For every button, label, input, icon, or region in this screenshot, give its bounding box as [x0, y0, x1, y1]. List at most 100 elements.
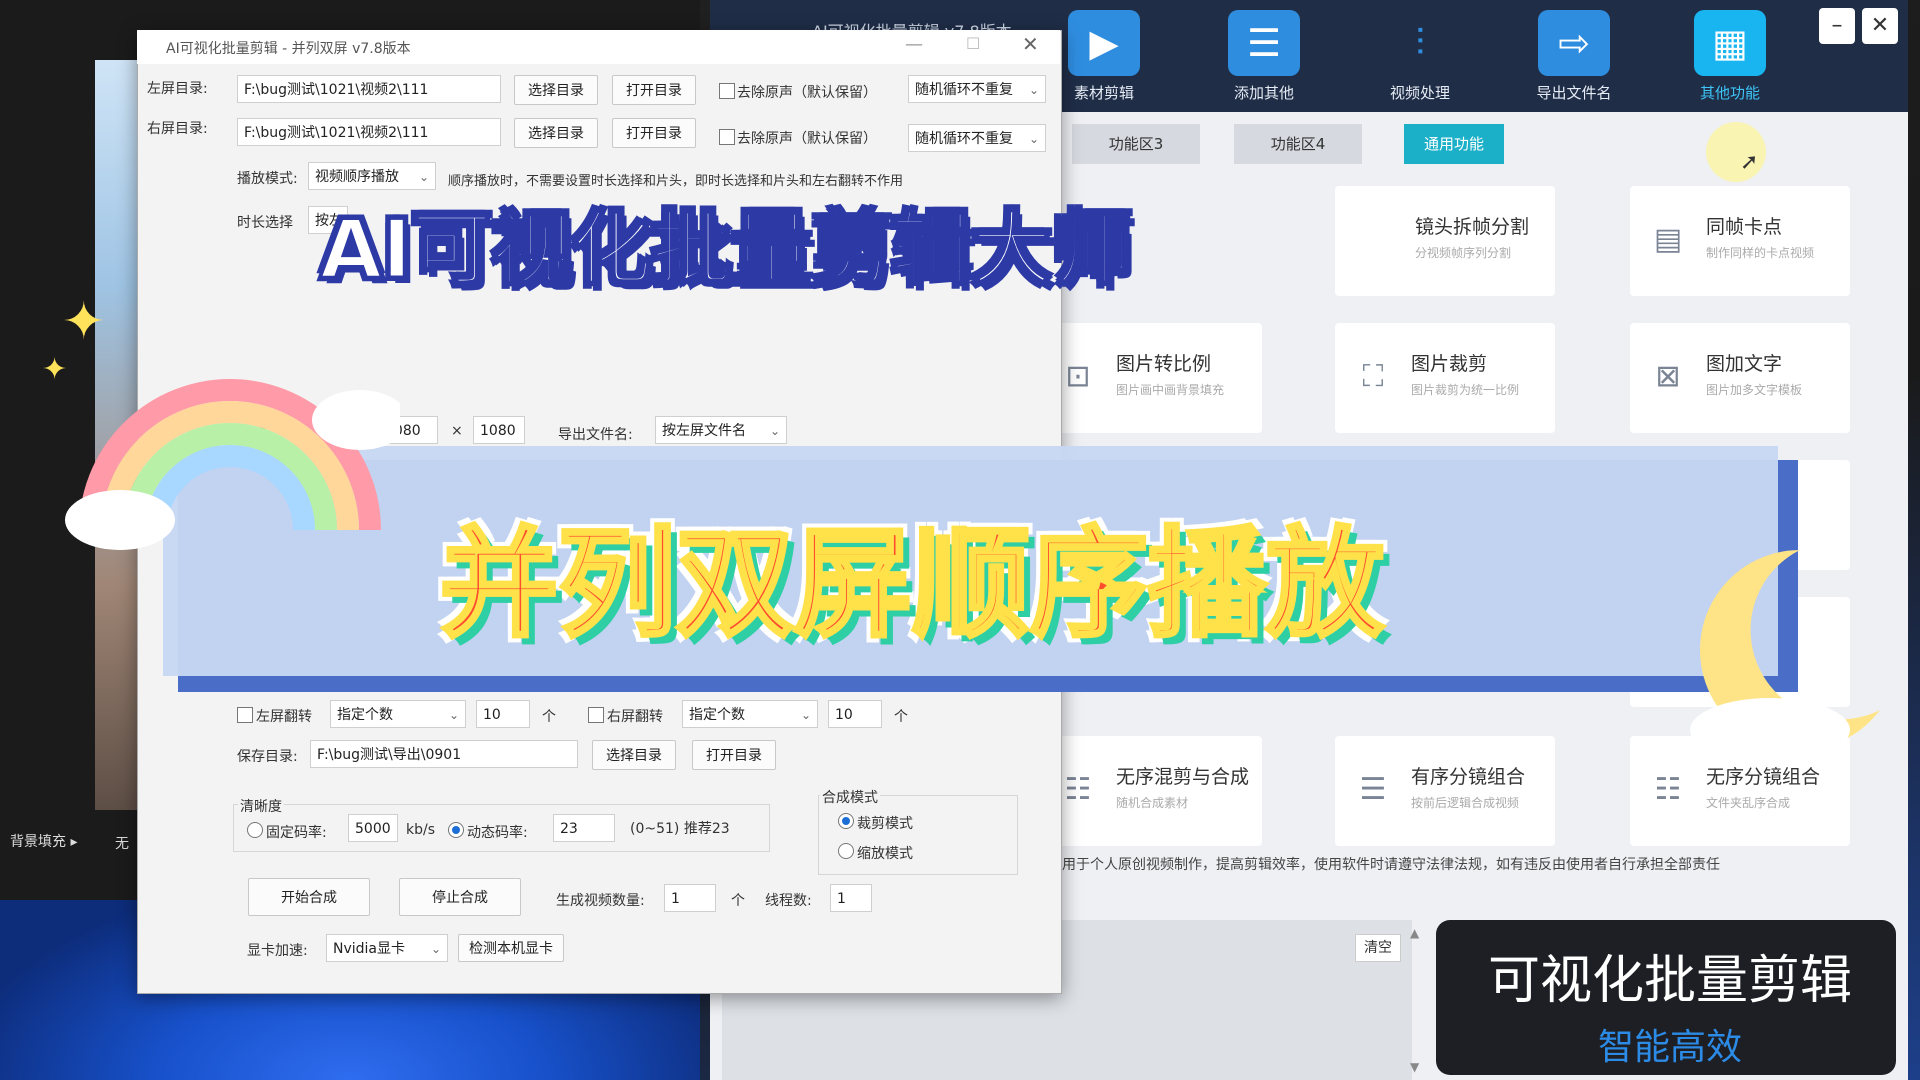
gpu-accel-label: 显卡加速:: [247, 943, 308, 959]
start-compose-button[interactable]: 开始合成: [248, 878, 370, 916]
scale-mode-radio[interactable]: [838, 843, 854, 859]
right-dir-label: 右屏目录:: [147, 121, 208, 137]
background-fill-value[interactable]: 无: [115, 833, 129, 853]
clear-log-button[interactable]: 清空: [1355, 934, 1401, 962]
disclaimer-text: 用于个人原创视频制作，提高剪辑效率，使用软件时请遵守法律法规，如有违反由使用者自…: [1062, 857, 1720, 873]
gpu-select[interactable]: Nvidia显卡 ⌄: [326, 934, 448, 962]
sparkle-icon: ✦: [42, 352, 68, 387]
moon-sticker-icon: [1690, 550, 1880, 762]
select-value: 按左屏文件名: [662, 423, 746, 439]
toolbar-item-export-name[interactable]: ⇨ 导出文件名: [1514, 10, 1634, 110]
left-flip-label: 左屏翻转: [256, 709, 312, 725]
save-dir-input[interactable]: F:\bug测试\导出\0901: [310, 740, 578, 768]
promo-badge-title: 可视化批量剪辑: [1487, 951, 1852, 1011]
generate-count-input[interactable]: 1: [664, 884, 716, 912]
card-subtitle: 随机合成素材: [1116, 796, 1189, 810]
card-image-ratio[interactable]: ⊡ 图片转比例 图片画中画背景填充: [1040, 323, 1262, 433]
left-open-dir-button[interactable]: 打开目录: [612, 75, 696, 105]
card-image-add-text[interactable]: ⊠ 图加文字 图片加多文字模板: [1630, 323, 1850, 433]
right-flip-count-input[interactable]: 10: [828, 700, 882, 728]
background-fill-label: 背景填充 ▸: [10, 834, 78, 850]
card-shot-split[interactable]: 镜头拆帧分割 分视频帧序列分割: [1335, 186, 1555, 296]
left-loop-mode-select[interactable]: 随机循环不重复 ⌄: [908, 75, 1046, 103]
scroll-down-arrow-icon[interactable]: ▼: [1410, 1060, 1419, 1074]
toolbar-item-material-edit[interactable]: ▶ 素材剪辑: [1044, 10, 1164, 110]
card-title: 无序混剪与合成: [1116, 766, 1250, 788]
tab-function-area-3[interactable]: 功能区3: [1072, 124, 1200, 164]
left-dir-input[interactable]: F:\bug测试\1021\视频2\111: [237, 75, 501, 103]
left-select-dir-button[interactable]: 选择目录: [514, 75, 598, 105]
list-icon: ☷: [1064, 772, 1092, 807]
play-mode-label: 播放模式:: [237, 171, 298, 187]
toolbar-item-add-other[interactable]: ☰ 添加其他: [1204, 10, 1324, 110]
card-ordered-shots[interactable]: ☰ 有序分镜组合 按前后逻辑合成视频: [1335, 736, 1555, 846]
chevron-down-icon: ⌄: [1028, 132, 1039, 146]
subtitle-banner-text: 并列双屏顺序播放: [438, 513, 1386, 655]
add-list-icon: ☰: [1228, 10, 1300, 76]
card-same-frame-beat[interactable]: ▤ 同帧卡点 制作同样的卡点视频: [1630, 186, 1850, 296]
card-subtitle: 制作同样的卡点视频: [1706, 246, 1815, 260]
left-remove-audio-checkbox[interactable]: [719, 83, 735, 99]
close-button[interactable]: ✕: [1862, 8, 1898, 44]
right-dir-input[interactable]: F:\bug测试\1021\视频2\111: [237, 118, 501, 146]
detect-gpu-button[interactable]: 检测本机显卡: [458, 934, 564, 962]
tab-general-functions[interactable]: 通用功能: [1404, 124, 1504, 164]
threads-input[interactable]: 1: [830, 884, 872, 912]
stop-compose-button[interactable]: 停止合成: [399, 878, 521, 916]
dialog-close-icon[interactable]: ✕: [1022, 32, 1039, 56]
scroll-up-arrow-icon[interactable]: ▲: [1410, 926, 1419, 940]
dynamic-bitrate-stepper[interactable]: 23: [553, 814, 615, 842]
fixed-bitrate-radio[interactable]: [247, 822, 263, 838]
select-value: 指定个数: [689, 707, 745, 723]
sparkle-icon: ✦: [62, 292, 106, 352]
select-value: 指定个数: [337, 707, 393, 723]
save-open-dir-button[interactable]: 打开目录: [692, 740, 776, 770]
compose-mode-label: 合成模式: [820, 787, 880, 807]
dynamic-bitrate-radio[interactable]: [448, 822, 464, 838]
resolution-height-input[interactable]: 1080: [473, 416, 525, 444]
left-flip-checkbox[interactable]: [237, 707, 253, 723]
right-loop-mode-select[interactable]: 随机循环不重复 ⌄: [908, 124, 1046, 152]
kbs-unit: kb/s: [406, 822, 436, 838]
dialog-maximize-icon[interactable]: ☐: [966, 34, 980, 53]
left-flip-mode-select[interactable]: 指定个数 ⌄: [330, 700, 466, 728]
toolbar-item-video-process[interactable]: ⫶ 视频处理: [1360, 10, 1480, 110]
card-title: 图加文字: [1706, 353, 1783, 375]
left-flip-count-input[interactable]: 10: [476, 700, 530, 728]
card-image-crop[interactable]: ⛶ 图片裁剪 图片裁剪为统一比例: [1335, 323, 1555, 433]
toolbar-label: 添加其他: [1233, 84, 1294, 102]
folder-export-icon: ⇨: [1538, 10, 1610, 76]
dialog-minimize-icon[interactable]: —: [905, 34, 923, 55]
grid-icon: ▦: [1694, 10, 1766, 76]
chevron-down-icon: ⌄: [1028, 83, 1039, 97]
toolbar-item-other-functions[interactable]: ▦ 其他功能: [1670, 10, 1790, 110]
select-value: 视频顺序播放: [315, 169, 399, 185]
resolution-times: ×: [451, 423, 463, 439]
right-flip-mode-select[interactable]: 指定个数 ⌄: [682, 700, 818, 728]
main-title-overlay: AI可视化批量剪辑大师: [319, 202, 1134, 298]
right-flip-unit: 个: [894, 709, 908, 725]
export-name-select[interactable]: 按左屏文件名 ⌄: [655, 416, 787, 444]
tab-function-area-4[interactable]: 功能区4: [1234, 124, 1362, 164]
rainbow-sticker-icon: [65, 379, 400, 550]
right-flip-checkbox[interactable]: [588, 707, 604, 723]
export-name-label: 导出文件名:: [558, 427, 633, 443]
right-select-dir-button[interactable]: 选择目录: [514, 118, 598, 148]
right-remove-audio-label: 去除原声（默认保留）: [737, 131, 877, 147]
fixed-bitrate-input[interactable]: 5000: [348, 814, 398, 842]
image-crop-icon: ⛶: [1362, 359, 1384, 394]
minimize-button[interactable]: –: [1819, 8, 1855, 44]
card-random-mix[interactable]: ☷ 无序混剪与合成 随机合成素材: [1040, 736, 1262, 846]
save-select-dir-button[interactable]: 选择目录: [592, 740, 676, 770]
select-value: 随机循环不重复: [915, 131, 1013, 147]
left-dir-label: 左屏目录:: [147, 81, 208, 97]
card-subtitle: 图片画中画背景填充: [1116, 383, 1225, 397]
toolbar-label: 视频处理: [1389, 84, 1450, 102]
right-remove-audio-checkbox[interactable]: [719, 129, 735, 145]
crop-mode-label: 裁剪模式: [857, 816, 913, 832]
right-open-dir-button[interactable]: 打开目录: [612, 118, 696, 148]
crop-mode-radio[interactable]: [838, 813, 854, 829]
scale-mode-label: 缩放模式: [857, 846, 913, 862]
chevron-down-icon: ⌄: [430, 942, 441, 956]
compose-mode-group: [818, 795, 1018, 875]
